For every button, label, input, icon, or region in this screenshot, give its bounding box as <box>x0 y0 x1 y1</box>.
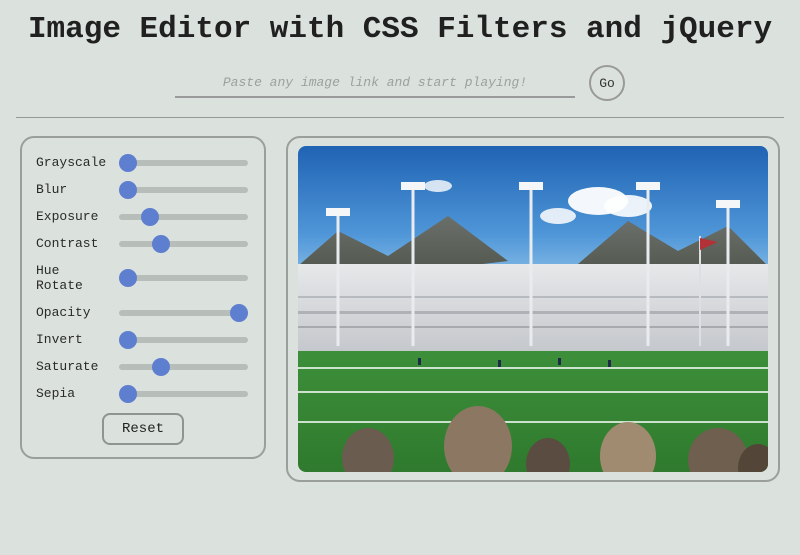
image-preview-panel <box>286 136 780 482</box>
filter-label: Grayscale <box>36 155 107 170</box>
filter-label: Opacity <box>36 305 107 320</box>
filter-label: Contrast <box>36 236 107 251</box>
filter-slider[interactable] <box>119 391 248 397</box>
filter-row: Blur <box>36 182 250 197</box>
reset-button[interactable]: Reset <box>102 413 184 445</box>
filter-row: Sepia <box>36 386 250 401</box>
go-button[interactable]: Go <box>589 65 625 101</box>
image-url-input[interactable] <box>175 69 575 98</box>
filter-slider[interactable] <box>119 337 248 343</box>
filter-label: Sepia <box>36 386 107 401</box>
filter-label: Invert <box>36 332 107 347</box>
filter-slider[interactable] <box>119 241 248 247</box>
filter-label: Exposure <box>36 209 107 224</box>
filter-label: Blur <box>36 182 107 197</box>
filter-controls-panel: Grayscale Blur Exposure Contrast Hue Rotate O… <box>20 136 266 459</box>
filter-row: Exposure <box>36 209 250 224</box>
url-bar: Go <box>16 65 784 101</box>
app-root: Image Editor with CSS Filters and jQuery… <box>0 0 800 555</box>
filter-slider[interactable] <box>119 310 248 316</box>
filter-slider[interactable] <box>119 187 248 193</box>
filter-row: Opacity <box>36 305 250 320</box>
filter-row: Grayscale <box>36 155 250 170</box>
divider <box>16 117 784 118</box>
filter-label: Hue Rotate <box>36 263 107 293</box>
filter-row: Saturate <box>36 359 250 374</box>
filter-row: Invert <box>36 332 250 347</box>
filter-slider[interactable] <box>119 214 248 220</box>
filter-row: Hue Rotate <box>36 263 250 293</box>
filter-slider[interactable] <box>119 160 248 166</box>
preview-image <box>298 146 768 472</box>
filter-slider[interactable] <box>119 364 248 370</box>
filter-row: Contrast <box>36 236 250 251</box>
page-title: Image Editor with CSS Filters and jQuery <box>16 12 784 47</box>
filter-slider[interactable] <box>119 275 248 281</box>
filter-label: Saturate <box>36 359 107 374</box>
panels: Grayscale Blur Exposure Contrast Hue Rotate O… <box>16 136 784 482</box>
